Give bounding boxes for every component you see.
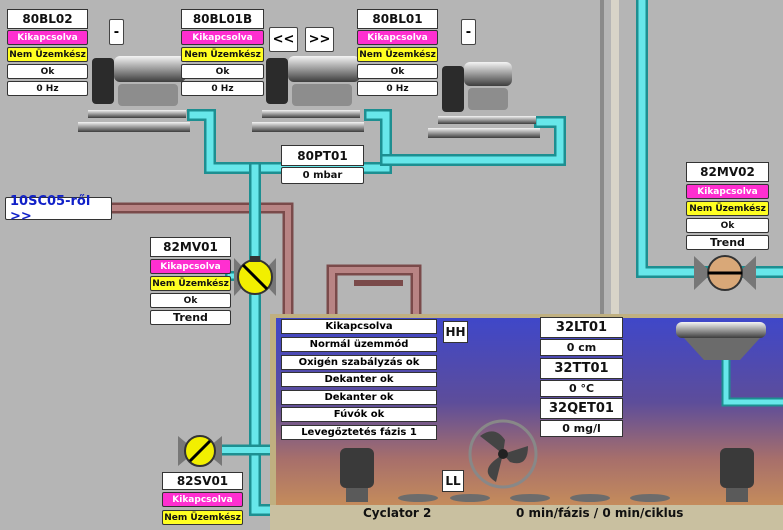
blower-80bl01b-frequency: 0 Hz [181,81,264,96]
blower-80bl02-minus-button[interactable]: - [109,19,124,45]
valve-82mv01-graphic [234,256,276,296]
pressure-80pt01-value: 0 mbar [281,167,364,184]
valve-82mv02-trend-button[interactable]: Trend [686,235,769,250]
column [611,0,619,320]
blower-80bl02-graphic [78,56,190,132]
blower-80bl01-graphic [428,62,540,138]
high-high-level-indicator: HH [443,321,468,343]
next-button[interactable]: >> [305,27,334,52]
tank-status-6: Levegőztetés fázis 1 [281,425,437,440]
blower-80bl02-name[interactable]: 80BL02 [7,9,88,29]
tank-status-1: Normál üzemmód [281,337,437,352]
process-diagram [78,0,783,530]
blower-80bl01b-state: Kikapcsolva [181,30,264,45]
blower-80bl02-fault: Ok [7,64,88,79]
tank-status-5: Fúvók ok [281,407,437,422]
valve-82mv01-fault: Ok [150,293,231,308]
valve-82mv02-name[interactable]: 82MV02 [686,162,769,182]
valve-82sv01-graphic [178,435,222,467]
valve-82mv02-state: Kikapcsolva [686,184,769,199]
temp-32tt01-value: 0 °C [540,380,623,397]
blower-80bl01b-name[interactable]: 80BL01B [181,9,264,29]
tank-status-4: Dekanter ok [281,390,437,405]
valve-82sv01-name[interactable]: 82SV01 [162,472,243,490]
tank-status-2: Oxigén szabályzás ok [281,355,437,370]
valve-82mv01-state: Kikapcsolva [150,259,231,274]
previous-button[interactable]: << [269,27,298,52]
blower-80bl01b-ready: Nem Üzemkész [181,47,264,62]
valve-82mv01-name[interactable]: 82MV01 [150,237,231,257]
tank-status-0: Kikapcsolva [281,319,437,334]
blower-80bl01b-fault: Ok [181,64,264,79]
temp-32tt01-name[interactable]: 32TT01 [540,358,623,379]
valve-82mv02-fault: Ok [686,218,769,233]
oxygen-32qet01-name[interactable]: 32QET01 [540,398,623,419]
blower-80bl01-state: Kikapcsolva [357,30,438,45]
tank-footer: Cyclator 2 0 min/fázis / 0 min/ciklus [276,506,783,522]
blower-80bl01b-graphic [252,56,364,132]
blower-80bl02-state: Kikapcsolva [7,30,88,45]
blower-80bl02-frequency: 0 Hz [7,81,88,96]
level-32lt01-value: 0 cm [540,339,623,356]
valve-82sv01-state: Kikapcsolva [162,492,243,507]
blower-80bl01-frequency: 0 Hz [357,81,438,96]
valve-82mv02-ready: Nem Üzemkész [686,201,769,216]
blower-80bl01-fault: Ok [357,64,438,79]
blower-80bl01-minus-button[interactable]: - [461,19,476,45]
valve-82sv01-ready: Nem Üzemkész [162,510,243,525]
valve-82mv01-ready: Nem Üzemkész [150,276,231,291]
tank-name: Cyclator 2 [363,506,432,520]
cycle-timing: 0 min/fázis / 0 min/ciklus [516,506,684,520]
blower-80bl02-ready: Nem Üzemkész [7,47,88,62]
column-line [600,0,604,320]
blower-80bl01-name[interactable]: 80BL01 [357,9,438,29]
link-10sc05-button[interactable]: 10SC05-ről >> [5,194,112,224]
low-low-level-indicator: LL [442,470,464,492]
blower-80bl01-ready: Nem Üzemkész [357,47,438,62]
level-32lt01-name[interactable]: 32LT01 [540,317,623,338]
tank-status-3: Dekanter ok [281,372,437,387]
oxygen-32qet01-value: 0 mg/l [540,420,623,437]
valve-82mv02-graphic [694,255,756,291]
valve-82mv01-trend-button[interactable]: Trend [150,310,231,325]
pressure-80pt01-name[interactable]: 80PT01 [281,145,364,166]
